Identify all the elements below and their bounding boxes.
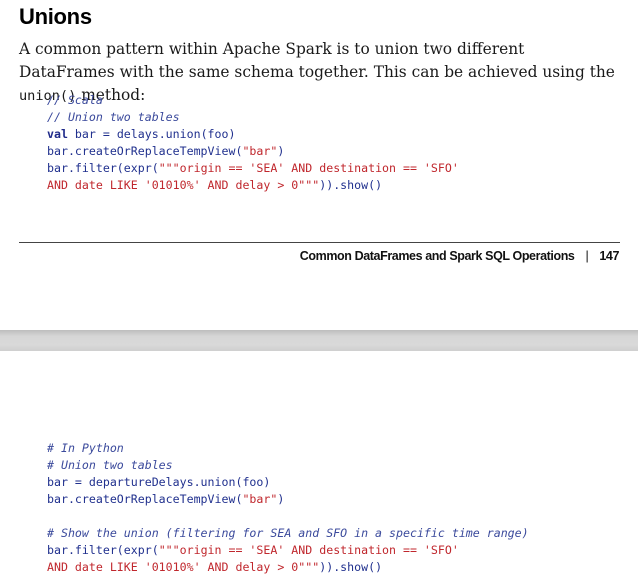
- code-line: bar.createOrReplaceTempView(: [47, 144, 243, 158]
- code-line: ): [277, 492, 285, 506]
- page-number: 147: [599, 249, 619, 263]
- book-page-next: # In Python # Union two tables bar = dep…: [0, 351, 638, 583]
- code-string: "bar": [242, 144, 278, 158]
- footer-title: Common DataFrames and Spark SQL Operatio…: [299, 249, 575, 263]
- code-comment: # Union two tables: [47, 458, 173, 472]
- code-string: """origin == 'SEA' AND destination == 'S…: [158, 161, 459, 175]
- code-line: bar.createOrReplaceTempView(: [47, 492, 243, 506]
- code-string: AND date LIKE '01010%' AND delay > 0""": [47, 560, 320, 574]
- page-footer: Common DataFrames and Spark SQL Operatio…: [299, 249, 620, 263]
- scala-code-block: // Scala // Union two tables val bar = d…: [47, 92, 459, 194]
- code-comment: // Union two tables: [47, 110, 180, 124]
- section-heading: Unions: [19, 4, 92, 29]
- book-page-147: Unions A common pattern within Apache Sp…: [0, 0, 638, 330]
- code-line: )).show(): [319, 178, 383, 192]
- code-line: bar.filter(expr(: [47, 543, 159, 557]
- code-comment: # Show the union (filtering for SEA and …: [47, 526, 529, 540]
- code-line: bar = delays.union(foo): [67, 127, 236, 141]
- code-string: "bar": [242, 492, 278, 506]
- code-comment: # In Python: [47, 441, 124, 455]
- code-string: """origin == 'SEA' AND destination == 'S…: [158, 543, 459, 557]
- code-line: bar.filter(expr(: [47, 161, 159, 175]
- footer-separator: |: [585, 249, 589, 263]
- python-code-block: # In Python # Union two tables bar = dep…: [47, 440, 529, 576]
- code-line: ): [277, 144, 285, 158]
- code-line: bar = departureDelays.union(foo): [47, 475, 271, 489]
- page-gap-divider: [0, 330, 638, 351]
- code-line: )).show(): [319, 560, 383, 574]
- paragraph-text: A common pattern within Apache Spark is …: [19, 40, 615, 81]
- code-keyword: val: [47, 127, 68, 141]
- code-comment: // Scala: [47, 93, 103, 107]
- code-string: AND date LIKE '01010%' AND delay > 0""": [47, 178, 320, 192]
- footer-divider: [19, 242, 620, 243]
